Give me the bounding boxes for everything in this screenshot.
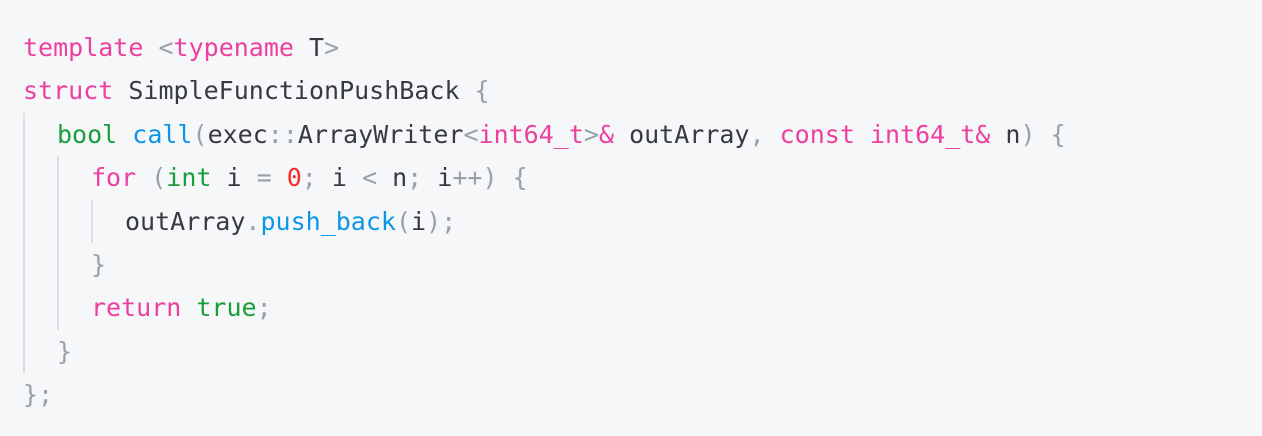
indent-guide <box>23 286 57 330</box>
code-token: } <box>91 249 107 279</box>
code-token: ( <box>395 206 412 236</box>
code-token: i <box>316 163 362 193</box>
indent-guide <box>57 199 91 243</box>
code-token: :: <box>267 119 298 149</box>
indent-guide <box>23 112 57 157</box>
code-token: { <box>474 76 490 106</box>
indent-guide <box>23 329 57 374</box>
code-line: outArray.push_back(i); <box>23 199 1262 243</box>
code-token: outArray <box>125 206 246 236</box>
code-token: push_back <box>260 206 396 236</box>
code-token: < <box>158 33 174 62</box>
code-line: bool call(exec::ArrayWriter<int64_t>& ou… <box>23 112 1262 157</box>
code-block: template <typename T> struct SimpleFunct… <box>0 0 1262 436</box>
code-token: const <box>779 119 855 149</box>
code-token: exec <box>207 119 268 149</box>
code-token: ++ <box>452 163 483 193</box>
code-token: int64_t <box>869 119 976 149</box>
code-token: ; <box>256 293 272 323</box>
indent-guide <box>91 199 125 243</box>
code-token: for <box>91 163 137 193</box>
indent-guide <box>23 242 57 287</box>
code-token: ArrayWriter <box>297 119 464 149</box>
code-line: }; <box>23 373 1262 416</box>
code-token: > <box>583 119 599 149</box>
code-token: . <box>245 206 261 236</box>
code-line: } <box>23 329 1262 374</box>
code-token: ) <box>482 163 498 193</box>
code-token: call <box>132 119 193 149</box>
code-token: 0 <box>286 163 302 193</box>
code-token: & <box>975 119 991 149</box>
code-line: } <box>23 242 1262 287</box>
code-token: & <box>598 119 615 149</box>
code-token: struct <box>23 76 114 106</box>
indent-guide <box>57 286 91 330</box>
code-token: true <box>196 293 257 323</box>
code-token: n <box>990 119 1021 149</box>
code-token: > <box>324 33 340 62</box>
code-token: = <box>256 163 272 193</box>
code-token: ) <box>1020 119 1036 149</box>
code-token: ; <box>407 163 423 193</box>
code-token: int64_t <box>478 119 584 149</box>
code-token: outArray <box>614 119 750 149</box>
code-token: bool <box>57 119 118 149</box>
code-token: return <box>91 293 182 323</box>
code-token: ; <box>301 163 317 193</box>
code-token: n <box>377 163 408 193</box>
code-token: i <box>211 163 257 193</box>
code-token: }; <box>23 380 54 410</box>
code-token: } <box>57 336 73 366</box>
code-line: return true; <box>23 286 1262 330</box>
code-token: ( <box>151 163 167 193</box>
code-token: i <box>411 206 427 236</box>
indent-guide <box>23 156 57 200</box>
code-token: < <box>463 119 479 149</box>
code-line: struct SimpleFunctionPushBack { <box>23 69 1262 112</box>
code-token: ); <box>426 206 457 236</box>
code-token: int <box>166 163 212 193</box>
code-token: template <box>23 33 144 62</box>
code-token: { <box>1050 119 1066 149</box>
code-token: i <box>422 163 453 193</box>
code-line: for (int i = 0; i < n; i++) { <box>23 156 1262 200</box>
indent-guide <box>23 199 57 243</box>
indent-guide <box>57 156 91 200</box>
code-token: ( <box>192 119 208 149</box>
code-token: , <box>749 119 765 149</box>
indent-guide <box>57 242 91 287</box>
code-token: { <box>512 163 528 193</box>
code-token: < <box>362 163 378 193</box>
code-token: SimpleFunctionPushBack <box>113 76 475 106</box>
code-token: typename <box>173 33 294 62</box>
code-line: template <typename T> <box>23 26 1262 69</box>
code-token: T <box>293 33 325 62</box>
